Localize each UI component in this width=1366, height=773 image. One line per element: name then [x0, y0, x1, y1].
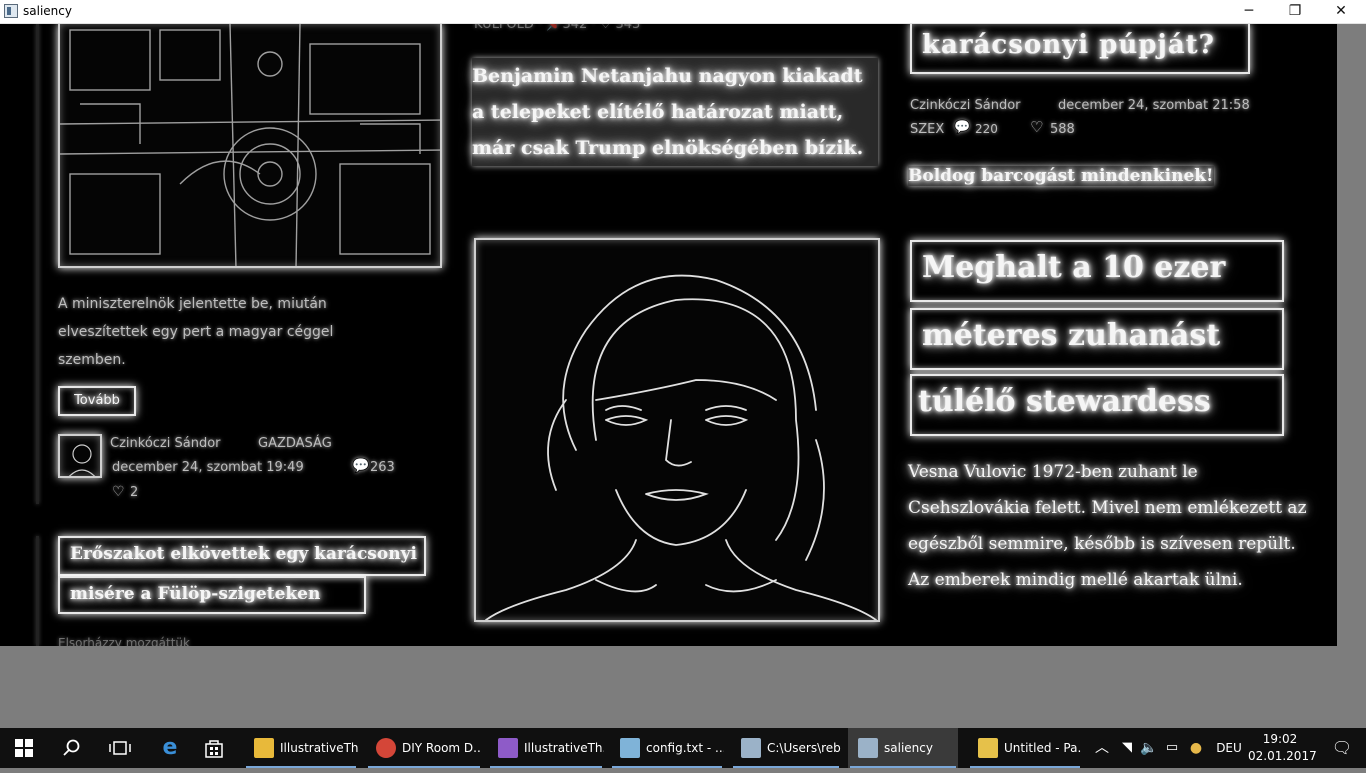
greeting-text: Boldog barcogást mindenkinek!: [908, 166, 1214, 186]
battery-icon[interactable]: ▭: [1160, 728, 1184, 768]
app-icon: [4, 4, 18, 18]
post-date: december 24, szombat 19:49: [112, 460, 304, 475]
store-icon[interactable]: [190, 728, 238, 768]
search-icon[interactable]: [48, 728, 96, 768]
author-name[interactable]: Czinkóczi Sándor: [110, 436, 221, 451]
more-button-label: Tovább: [74, 393, 120, 408]
taskbar-app-label: config.txt - ...: [646, 741, 724, 755]
window-icon: [858, 738, 878, 758]
close-button[interactable]: ✕: [1318, 0, 1364, 24]
taskbar-app-label: DIY Room D...: [402, 741, 482, 755]
clock-date: 02.01.2017: [1248, 749, 1317, 763]
comment-icon: 💬: [352, 458, 370, 474]
cut-off-text: Elsorházzy mozgáttük: [58, 636, 190, 646]
network-icon[interactable]: ◥: [1116, 728, 1138, 768]
column-divider: [36, 536, 39, 646]
paint-icon: [978, 738, 998, 758]
maximize-button[interactable]: ❐: [1272, 0, 1318, 24]
taskbar-app-label: IllustrativeTh...: [524, 741, 604, 755]
taskbar-app-label: IllustrativeTh...: [280, 741, 358, 755]
comment-icon: 💬: [954, 120, 971, 135]
chevron-up-icon[interactable]: ︿: [1088, 728, 1116, 768]
right-date: december 24, szombat 21:58: [1058, 98, 1250, 113]
feature-body: Vesna Vulovic 1972-ben zuhant le Csehszl…: [908, 462, 1307, 590]
clock[interactable]: 19:02 02.01.2017: [1248, 731, 1317, 765]
window-titlebar: saliency ─ ❐ ✕: [0, 0, 1366, 24]
like-count: 2: [130, 485, 139, 500]
article-title-line1[interactable]: Erőszakot elkövettek egy karácsonyi: [70, 544, 417, 564]
status-circle-icon[interactable]: ●: [1184, 728, 1208, 768]
article-title-line2[interactable]: misére a Fülöp-szigeteken: [70, 584, 320, 604]
task-view-icon[interactable]: [96, 728, 144, 768]
folder-icon: [254, 738, 274, 758]
category-label[interactable]: GAZDASÁG: [258, 436, 332, 451]
comment-count: 263: [370, 460, 395, 475]
taskbar-app-button[interactable]: C:\Users\reb...: [731, 728, 841, 768]
aerial-photo-edges: [60, 24, 440, 266]
article-caption: A miniszterelnök jelentette be, miután e…: [58, 296, 334, 368]
portrait-photo[interactable]: [474, 238, 880, 622]
notification-icon[interactable]: 🗨: [1318, 728, 1366, 768]
taskbar-app-button[interactable]: IllustrativeTh...: [488, 728, 604, 768]
volume-icon[interactable]: 🔈: [1138, 728, 1160, 768]
minimize-button[interactable]: ─: [1226, 0, 1272, 24]
feature-title-line3[interactable]: túlélő stewardess: [918, 384, 1211, 419]
right-comment-count: 220: [975, 122, 998, 136]
author-avatar[interactable]: [58, 434, 102, 478]
right-title[interactable]: karácsonyi púpját?: [922, 30, 1215, 60]
edge-icon[interactable]: e: [146, 728, 194, 768]
right-like-count: 588: [1050, 122, 1075, 137]
feature-title-line1[interactable]: Meghalt a 10 ezer: [922, 250, 1225, 285]
portrait-edges: [485, 274, 877, 620]
window-icon: [741, 738, 761, 758]
column-divider: [36, 24, 39, 504]
taskbar-app-button[interactable]: Untitled - Pa...: [968, 728, 1082, 768]
right-author[interactable]: Czinkóczi Sándor: [910, 98, 1021, 113]
taskbar-app-button[interactable]: saliency: [848, 728, 958, 768]
netanyahu-headline[interactable]: Benjamin Netanjahu nagyon kiakadt a tele…: [472, 58, 878, 166]
taskbar-app-label: C:\Users\reb...: [767, 741, 841, 755]
right-category[interactable]: SZEX: [910, 122, 944, 137]
start-windows-icon[interactable]: [0, 728, 48, 768]
taskbar: e IllustrativeTh... DIY Room D... Illustra…: [0, 728, 1366, 768]
taskbar-app-button[interactable]: config.txt - ...: [610, 728, 724, 768]
taskbar-app-label: Untitled - Pa...: [1004, 741, 1082, 755]
taskbar-app-label: saliency: [884, 741, 933, 755]
heart-icon[interactable]: ♡: [112, 484, 125, 500]
chrome-icon: [376, 738, 396, 758]
article-meta-top: KÜLFÖLD · 📌342 · ♡ 343: [474, 24, 641, 32]
notepad-icon: [620, 738, 640, 758]
clock-time: 19:02: [1262, 732, 1298, 746]
language-indicator[interactable]: DEU: [1210, 728, 1248, 768]
taskbar-app-button[interactable]: IllustrativeTh...: [244, 728, 358, 768]
window-title: saliency: [23, 4, 72, 18]
visual-studio-icon: [498, 738, 518, 758]
feature-title-line2[interactable]: méteres zuhanást: [922, 318, 1220, 353]
saliency-canvas: A miniszterelnök jelentette be, miután e…: [0, 24, 1337, 646]
heart-icon[interactable]: ♡: [1030, 118, 1043, 136]
aerial-photo: [58, 24, 442, 268]
more-button[interactable]: Tovább: [58, 386, 136, 416]
taskbar-app-button[interactable]: DIY Room D...: [366, 728, 482, 768]
